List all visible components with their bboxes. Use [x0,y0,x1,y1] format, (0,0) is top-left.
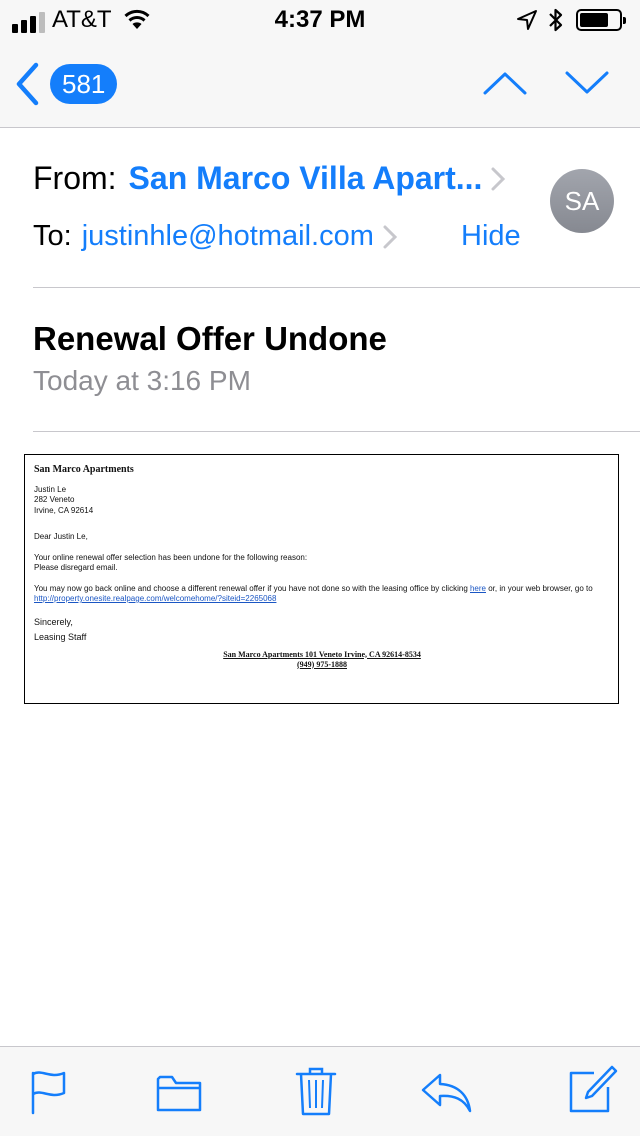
reason-paragraph: Your online renewal offer selection has … [34,553,610,574]
recipient-address-block: Justin Le 282 Veneto Irvine, CA 92614 [34,485,610,517]
instructions-text-end: or, in your web browser, go to [486,583,593,593]
closing: Sincerely, [34,616,73,627]
instructions-text: You may now go back online and choose a … [34,583,470,593]
instructions-paragraph: You may now go back online and choose a … [34,584,610,605]
compose-icon[interactable] [568,1065,618,1113]
reason-line: Your online renewal offer selection has … [34,552,308,562]
status-bar: AT&T 4:37 PM [0,0,640,40]
to-row: To: justinhle@hotmail.com [33,220,398,253]
to-label: To: [33,220,72,252]
bluetooth-icon [549,8,563,32]
divider [33,431,640,432]
greeting: Dear Justin Le, [34,532,88,541]
folder-icon[interactable] [156,1073,202,1113]
renewal-url-link[interactable]: http://property.onesite.realpage.com/wel… [34,594,276,603]
battery-icon [576,9,626,31]
email-footer: San Marco Apartments 101 Veneto Irvine, … [34,650,610,670]
address-line: Justin Le [34,484,67,494]
email-body: San Marco Apartments Justin Le 282 Venet… [24,454,619,704]
chevron-left-icon [16,62,39,106]
footer-phone: (949) 975-1888 [297,659,347,669]
chevron-up-icon[interactable] [482,70,528,96]
reason-text: Please disregard email. [34,563,118,572]
back-button[interactable]: 581 [14,62,118,106]
unread-count-badge: 581 [50,64,118,104]
company-heading: San Marco Apartments [34,464,134,475]
avatar[interactable]: SA [550,169,614,233]
reply-icon[interactable] [420,1071,472,1113]
chevron-right-icon [383,225,397,248]
flag-icon[interactable] [30,1069,68,1115]
status-time: 4:37 PM [274,6,366,33]
from-row: From: San Marco Villa Apart... [33,160,506,197]
trash-icon[interactable] [295,1065,337,1117]
chevron-down-icon[interactable] [564,70,610,96]
signature-block: Sincerely, Leasing Staff [34,615,610,645]
navigation-bar: 581 [0,40,640,128]
recipient-address[interactable]: justinhle@hotmail.com [82,220,374,253]
divider [33,287,640,288]
address-line: 282 Veneto [34,495,75,504]
email-date: Today at 3:16 PM [33,365,251,396]
hide-details-button[interactable]: Hide [461,220,521,253]
location-icon [517,10,537,30]
email-subject: Renewal Offer Undone [33,320,387,357]
sender-name[interactable]: San Marco Villa Apart... [129,160,483,197]
here-link[interactable]: here [470,584,486,593]
footer-address: San Marco Apartments 101 Veneto Irvine, … [223,649,421,659]
chevron-right-icon [491,167,506,190]
from-label: From: [33,160,117,196]
signature: Leasing Staff [34,631,87,642]
bottom-toolbar [0,1046,640,1136]
address-line: Irvine, CA 92614 [34,505,94,515]
